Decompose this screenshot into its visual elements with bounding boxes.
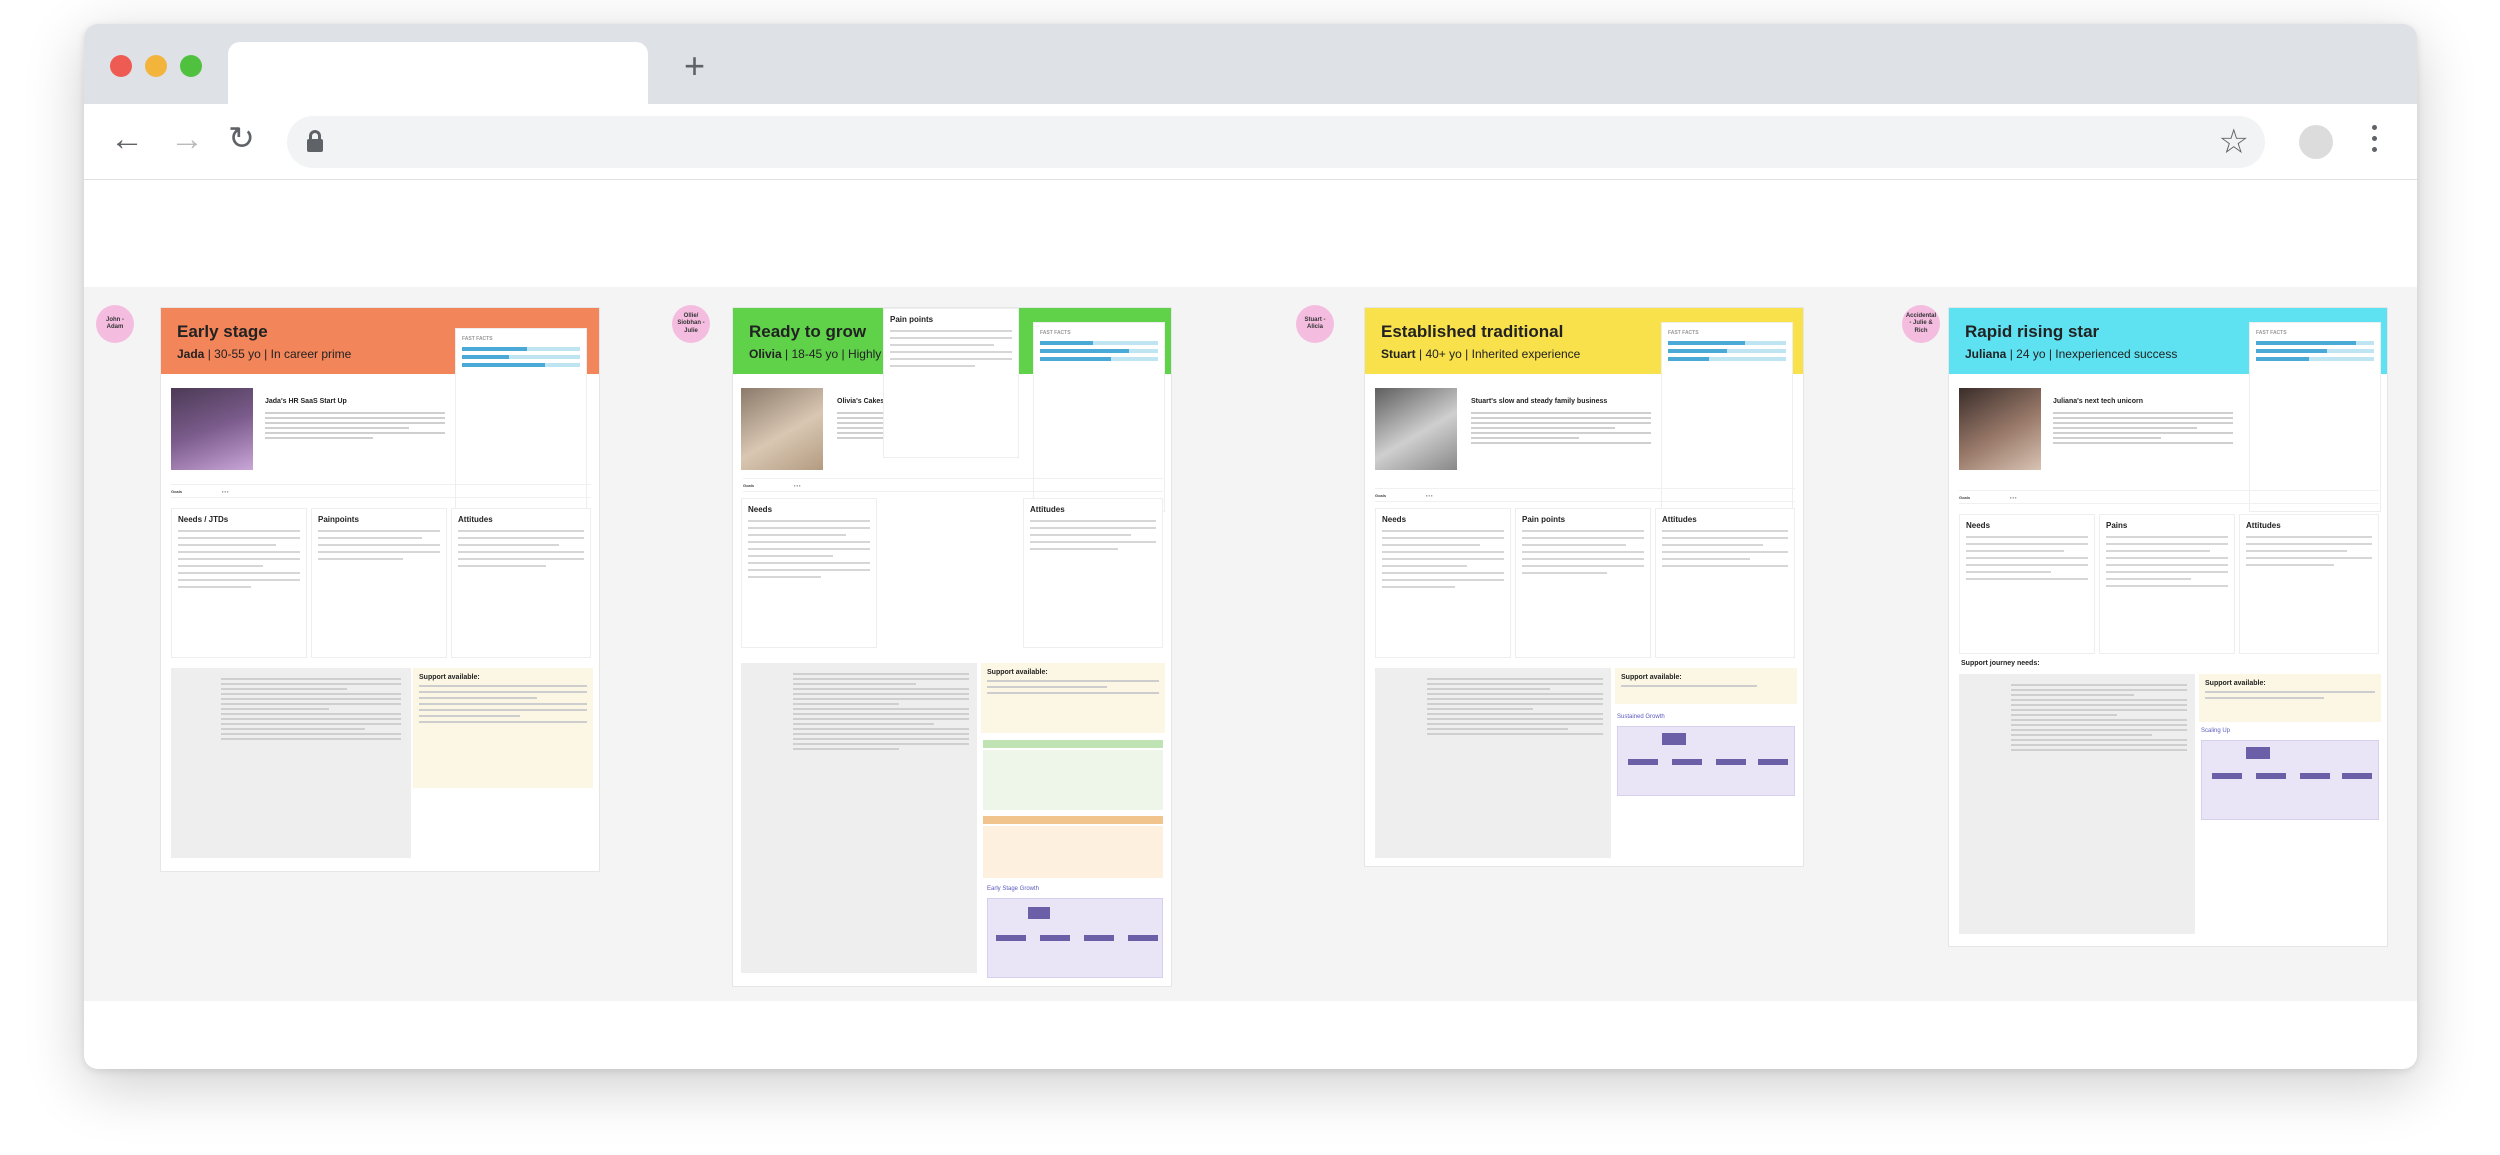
plus-icon[interactable]: + <box>684 48 705 84</box>
goals-row: Goals ▪ ▪ ▪ <box>1375 488 1795 502</box>
support-list <box>983 750 1163 810</box>
case-title: Stuart's slow and steady family business <box>1471 398 1608 405</box>
whiteboard-canvas[interactable]: John - Adam Early stage Jada | 30-55 yo … <box>84 181 2417 1069</box>
star-icon[interactable]: ☆ <box>2219 122 2249 162</box>
growth-label: Scaling Up <box>2201 728 2231 734</box>
active-tab[interactable] <box>228 42 648 104</box>
support-band <box>983 816 1163 824</box>
persona-board[interactable]: Rapid rising star Juliana | 24 yo | Inex… <box>1948 307 2388 947</box>
fast-facts-card: FAST FACTS <box>1661 322 1793 512</box>
support-list <box>983 826 1163 878</box>
persona-band: John - Adam Early stage Jada | 30-55 yo … <box>84 287 2417 1001</box>
persona-column-ready-to-grow: Ollie/ Siobhan - Julie Ready to grow Oli… <box>664 287 1284 1001</box>
goals-row: Goals ▪ ▪ ▪ <box>171 484 591 498</box>
reload-icon[interactable]: ↻ <box>228 122 255 154</box>
case-description <box>2053 412 2233 447</box>
growth-label: Sustained Growth <box>1617 714 1665 720</box>
case-title: Jada's HR SaaS Start Up <box>265 398 347 405</box>
fast-facts-card: FAST FACTS <box>2249 322 2381 512</box>
painpoints-section: Painpoints <box>311 508 447 658</box>
avatar: Ollie/ Siobhan - Julie <box>672 305 710 343</box>
persona-column-early-stage: John - Adam Early stage Jada | 30-55 yo … <box>84 287 664 1001</box>
growth-label: Early Stage Growth <box>987 886 1040 892</box>
needs-section: Needs <box>741 498 877 648</box>
avatar: John - Adam <box>96 305 134 343</box>
case-title: Juliana's next tech unicorn <box>2053 398 2143 405</box>
avatar: Stuart - Alicia <box>1296 305 1334 343</box>
journey-text <box>2011 684 2187 754</box>
minimize-window-button[interactable] <box>145 55 167 77</box>
growth-diagram <box>987 898 1163 978</box>
support-card: Support available: <box>413 668 593 788</box>
journey-text <box>793 673 969 753</box>
goals-row: Goals ▪ ▪ ▪ <box>743 478 1163 492</box>
persona-photo <box>171 388 253 470</box>
forward-arrow-icon[interactable]: → <box>170 122 204 156</box>
close-window-button[interactable] <box>110 55 132 77</box>
persona-board[interactable]: Ready to grow Olivia | 18-45 yo | Highly… <box>732 307 1172 987</box>
persona-photo <box>741 388 823 470</box>
kebab-menu-icon[interactable] <box>2372 122 2378 162</box>
support-card: Support available: <box>2199 674 2381 722</box>
painpoints-section: Pain points <box>1515 508 1651 658</box>
journey-text <box>221 678 401 743</box>
persona-column-established: Stuart - Alicia Established traditional … <box>1284 287 1884 1001</box>
attitudes-section: Attitudes <box>451 508 591 658</box>
maximize-window-button[interactable] <box>180 55 202 77</box>
painpoints-section: Pains <box>2099 514 2235 654</box>
profile-avatar[interactable] <box>2299 125 2333 159</box>
address-bar[interactable]: ☆ <box>287 116 2265 168</box>
painpoints-section: Pain points <box>883 308 1019 458</box>
needs-section: Needs / JTDs <box>171 508 307 658</box>
persona-board[interactable]: Early stage Jada | 30-55 yo | In career … <box>160 307 600 872</box>
persona-column-rapid-rising-star: Accidental - Julie & Rich Rapid rising s… <box>1884 287 2417 1001</box>
support-card: Support available: <box>1615 668 1797 704</box>
persona-board[interactable]: Established traditional Stuart | 40+ yo … <box>1364 307 1804 867</box>
case-description <box>265 412 445 442</box>
browser-window: + ← → ↻ ☆ John - Adam Early stage Jada |… <box>84 24 2417 1069</box>
needs-section: Needs <box>1375 508 1511 658</box>
back-arrow-icon[interactable]: ← <box>110 122 144 156</box>
persona-photo <box>1375 388 1457 470</box>
avatar: Accidental - Julie & Rich <box>1902 305 1940 343</box>
support-band <box>983 740 1163 748</box>
journey-text <box>1427 678 1603 738</box>
support-card: Support available: <box>981 663 1165 733</box>
tab-strip: + <box>84 24 2417 104</box>
attitudes-section: Attitudes <box>1023 498 1163 648</box>
attitudes-section: Attitudes <box>1655 508 1795 658</box>
persona-photo <box>1959 388 2041 470</box>
browser-toolbar: ← → ↻ ☆ <box>84 104 2417 180</box>
case-description <box>1471 412 1651 447</box>
growth-diagram <box>1617 726 1795 796</box>
lock-icon <box>307 130 323 152</box>
goals-row: Goals ▪ ▪ ▪ <box>1959 490 2379 504</box>
journey-heading: Support journey needs: <box>1961 660 2040 667</box>
attitudes-section: Attitudes <box>2239 514 2379 654</box>
growth-diagram <box>2201 740 2379 820</box>
needs-section: Needs <box>1959 514 2095 654</box>
